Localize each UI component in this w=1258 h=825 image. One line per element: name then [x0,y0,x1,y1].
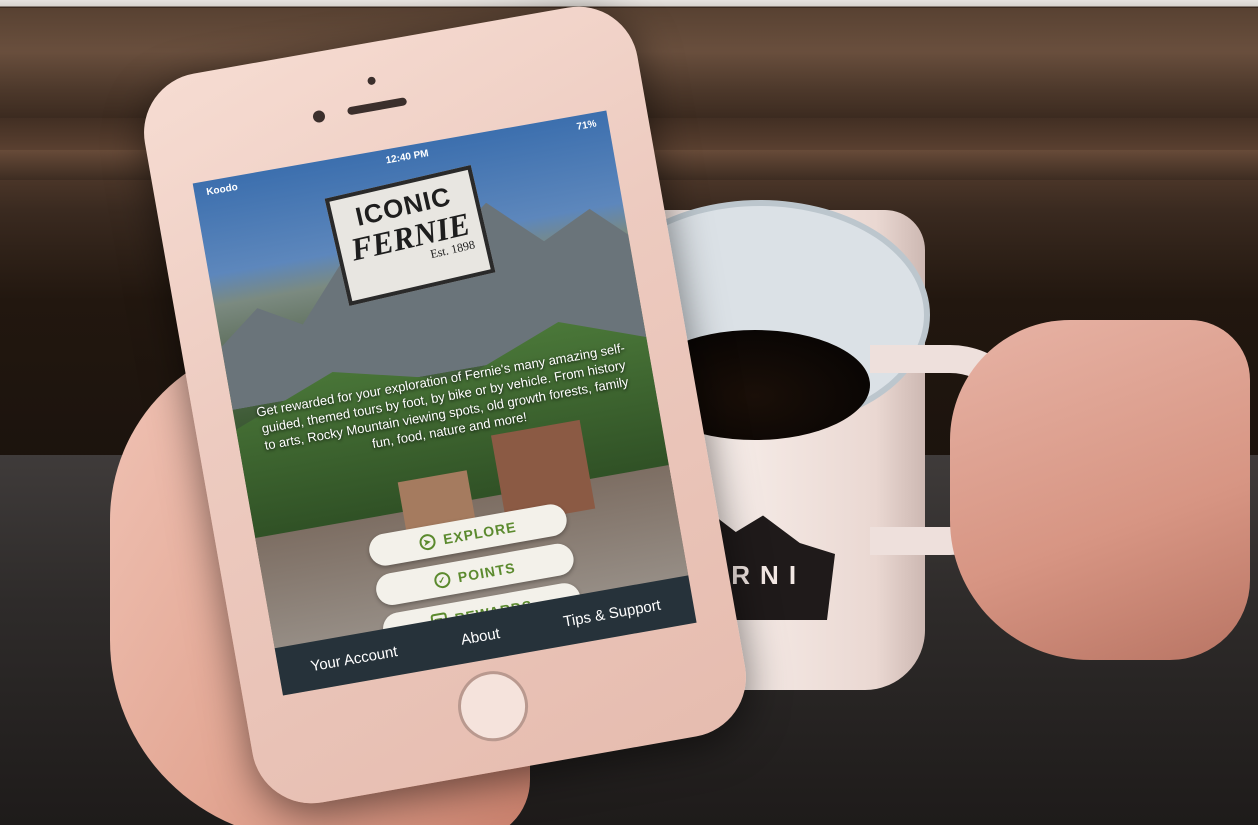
tab-your-account[interactable]: Your Account [309,643,398,675]
tab-about[interactable]: About [460,625,502,649]
points-label: POINTS [456,559,517,586]
home-button[interactable] [452,665,534,747]
check-circle-icon: ✓ [433,570,452,590]
sensor-dot [366,76,377,86]
app-screen: Koodo 12:40 PM 71% ICONIC FERNIE Est. 18… [192,110,697,696]
carrier-label: Koodo [205,181,239,198]
phone-body: Koodo 12:40 PM 71% ICONIC FERNIE Est. 18… [134,0,756,813]
compass-icon: ➤ [418,532,437,552]
explore-label: EXPLORE [441,518,518,548]
tab-tips-support[interactable]: Tips & Support [562,596,662,630]
smartphone: Koodo 12:40 PM 71% ICONIC FERNIE Est. 18… [134,0,756,813]
photo-scene: ERNI Koodo 12:40 PM 71% ICONIC FERNIE Es… [0,0,1258,825]
battery-level: 71% [575,118,598,133]
status-time: 12:40 PM [384,147,430,166]
front-camera [312,109,326,124]
phone-speaker [346,97,408,116]
right-hand [950,320,1250,660]
